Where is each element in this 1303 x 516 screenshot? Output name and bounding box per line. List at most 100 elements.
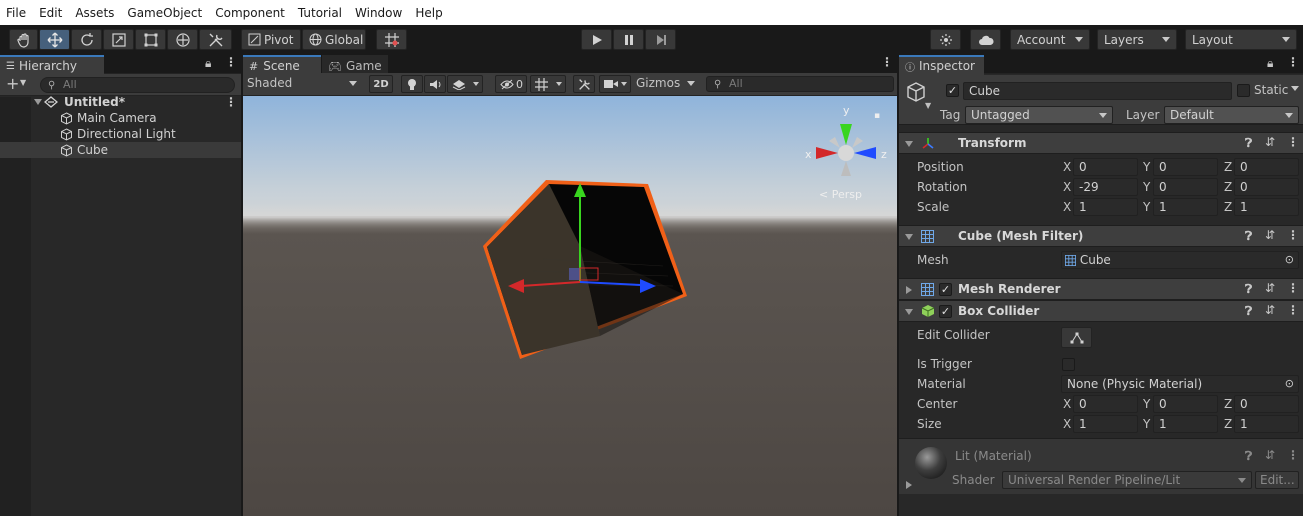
center-x-input[interactable]: 0 <box>1073 395 1138 413</box>
fold-arrow-icon[interactable] <box>906 481 912 489</box>
lock-icon[interactable]: 🔒︎ <box>1267 56 1273 71</box>
static-checkbox[interactable] <box>1237 84 1250 97</box>
menu-help[interactable]: Help <box>415 6 442 20</box>
2d-toggle-button[interactable]: 2D <box>369 75 393 93</box>
scale-tool-button[interactable] <box>103 29 134 50</box>
kebab-menu-icon[interactable]: ⋮ <box>1287 303 1299 317</box>
cloud-button[interactable] <box>970 29 1001 50</box>
tab-inspector[interactable]: ⓘ Inspector <box>899 55 984 75</box>
preset-sliders-icon[interactable]: ⇵ <box>1265 303 1275 317</box>
gameobject-cube-icon[interactable] <box>905 81 927 103</box>
is-trigger-checkbox[interactable] <box>1062 358 1075 371</box>
hierarchy-item-directional-light[interactable]: Directional Light <box>0 126 241 142</box>
hierarchy-item-cube[interactable]: Cube <box>0 142 241 158</box>
menu-component[interactable]: Component <box>215 6 285 20</box>
rotate-tool-button[interactable] <box>71 29 102 50</box>
effects-dropdown[interactable] <box>447 75 483 93</box>
collab-button[interactable] <box>930 29 961 50</box>
preset-sliders-icon[interactable]: ⇵ <box>1265 448 1275 462</box>
custom-tool-button[interactable] <box>199 29 232 50</box>
object-name-input[interactable]: Cube <box>963 82 1232 100</box>
help-icon[interactable]: ❓︎ <box>1245 136 1252 151</box>
scene-visibility-button[interactable]: 0 <box>495 75 527 93</box>
position-y-input[interactable]: 0 <box>1153 158 1218 176</box>
fold-arrow-icon[interactable] <box>906 286 912 294</box>
help-icon[interactable]: ❓︎ <box>1245 304 1252 319</box>
preset-sliders-icon[interactable]: ⇵ <box>1265 135 1275 149</box>
step-button[interactable] <box>645 29 676 50</box>
chevron-down-icon[interactable]: ▼ <box>925 101 931 110</box>
fold-arrow-icon[interactable] <box>34 99 42 105</box>
persp-label[interactable]: < Persp <box>819 188 862 201</box>
physic-material-field[interactable]: None (Physic Material) ⊙ <box>1061 375 1299 393</box>
kebab-menu-icon[interactable]: ⋮ <box>881 55 893 69</box>
object-picker-icon[interactable]: ⊙ <box>1285 252 1294 268</box>
tab-game[interactable]: 🎮︎ Game <box>322 55 388 75</box>
transform-tool-button[interactable] <box>167 29 198 50</box>
scene-search-input[interactable]: ⚲ All <box>706 76 894 92</box>
active-checkbox[interactable]: ✓ <box>946 84 959 97</box>
gizmos-dropdown[interactable]: Gizmos <box>635 73 701 95</box>
kebab-menu-icon[interactable]: ⋮ <box>1287 135 1299 149</box>
pause-button[interactable] <box>613 29 644 50</box>
hierarchy-item-main-camera[interactable]: Main Camera <box>0 110 241 126</box>
menu-file[interactable]: File <box>6 6 26 20</box>
edit-collider-button[interactable] <box>1061 327 1092 348</box>
audio-toggle-button[interactable] <box>424 75 446 93</box>
mesh-renderer-header[interactable]: ✓ Mesh Renderer ❓︎ ⇵ ⋮ <box>899 278 1303 300</box>
help-icon[interactable]: ❓︎ <box>1245 449 1252 464</box>
mesh-filter-header[interactable]: Cube (Mesh Filter) ❓︎ ⇵ ⋮ <box>899 225 1303 247</box>
layers-dropdown[interactable]: Layers <box>1097 29 1177 50</box>
layer-dropdown[interactable]: Default <box>1164 106 1299 124</box>
menu-window[interactable]: Window <box>355 6 402 20</box>
help-icon[interactable]: ❓︎ <box>1245 229 1252 244</box>
material-preview-sphere[interactable] <box>915 447 947 479</box>
center-y-input[interactable]: 0 <box>1153 395 1218 413</box>
tab-hierarchy[interactable]: ☰ Hierarchy <box>0 55 104 75</box>
menu-edit[interactable]: Edit <box>39 6 62 20</box>
rect-tool-button[interactable] <box>135 29 166 50</box>
chevron-down-icon[interactable] <box>1291 86 1299 91</box>
rotation-z-input[interactable]: 0 <box>1234 178 1299 196</box>
shading-mode-dropdown[interactable]: Shaded <box>243 73 363 95</box>
play-button[interactable] <box>581 29 612 50</box>
grid-dropdown[interactable] <box>530 75 566 93</box>
camera-settings-dropdown[interactable] <box>599 75 631 93</box>
scale-z-input[interactable]: 1 <box>1234 198 1299 216</box>
mesh-object-field[interactable]: Cube ⊙ <box>1061 251 1299 269</box>
grid-snap-button[interactable] <box>376 29 407 50</box>
fold-arrow-icon[interactable] <box>905 234 913 240</box>
box-collider-header[interactable]: ✓ Box Collider ❓︎ ⇵ ⋮ <box>899 300 1303 322</box>
scale-y-input[interactable]: 1 <box>1153 198 1218 216</box>
object-picker-icon[interactable]: ⊙ <box>1285 376 1294 392</box>
position-z-input[interactable]: 0 <box>1234 158 1299 176</box>
menu-assets[interactable]: Assets <box>75 6 114 20</box>
global-toggle-button[interactable]: Global <box>302 29 366 50</box>
rotation-x-input[interactable]: -29 <box>1073 178 1138 196</box>
size-x-input[interactable]: 1 <box>1073 415 1138 433</box>
mesh-renderer-enabled-checkbox[interactable]: ✓ <box>939 283 952 296</box>
move-tool-button[interactable] <box>39 29 70 50</box>
edit-shader-button[interactable]: Edit... <box>1255 471 1299 489</box>
kebab-menu-icon[interactable]: ⋮ <box>1287 448 1299 462</box>
pivot-toggle-button[interactable]: Pivot <box>241 29 301 50</box>
account-dropdown[interactable]: Account <box>1010 29 1090 50</box>
fold-arrow-icon[interactable] <box>905 309 913 315</box>
scale-x-input[interactable]: 1 <box>1073 198 1138 216</box>
lighting-toggle-button[interactable] <box>401 75 423 93</box>
kebab-menu-icon[interactable]: ⋮ <box>1287 228 1299 242</box>
size-z-input[interactable]: 1 <box>1234 415 1299 433</box>
kebab-menu-icon[interactable]: ⋮ <box>225 95 237 109</box>
add-icon[interactable]: + <box>6 74 19 93</box>
rotation-y-input[interactable]: 0 <box>1153 178 1218 196</box>
tab-scene[interactable]: # Scene <box>243 55 321 75</box>
center-z-input[interactable]: 0 <box>1234 395 1299 413</box>
hand-tool-button[interactable] <box>9 29 38 50</box>
lock-icon[interactable]: 🔒︎ <box>205 56 211 71</box>
menu-tutorial[interactable]: Tutorial <box>298 6 342 20</box>
kebab-menu-icon[interactable]: ⋮ <box>1287 55 1299 69</box>
hierarchy-search-input[interactable]: ⚲ All <box>40 77 235 93</box>
chevron-down-icon[interactable]: ▼ <box>20 78 26 87</box>
kebab-menu-icon[interactable]: ⋮ <box>1287 281 1299 295</box>
transform-header[interactable]: Transform ❓︎ ⇵ ⋮ <box>899 132 1303 154</box>
